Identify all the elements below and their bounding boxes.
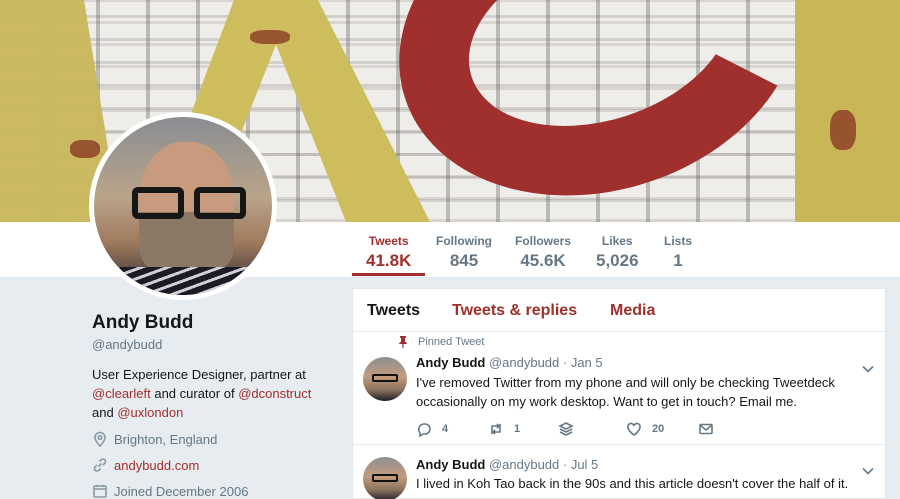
heart-icon	[627, 422, 641, 436]
reply-count: 4	[442, 423, 449, 435]
link-icon	[93, 458, 107, 472]
joined-text: Joined December 2006	[114, 483, 249, 499]
tweet-avatar[interactable]	[363, 457, 407, 499]
tab-tweets-replies[interactable]: Tweets & replies	[452, 302, 577, 320]
stat-value: 5,026	[596, 251, 639, 270]
stat-value: 1	[673, 251, 683, 270]
stat-label: Tweets	[368, 234, 409, 248]
profile-bio: User Experience Designer, partner at @cl…	[92, 365, 332, 422]
profile-handle: @andybudd	[92, 337, 163, 352]
profile-website: andybudd.com	[92, 457, 199, 473]
tweet-actions: 4 1 20	[416, 421, 776, 437]
tweet-avatar[interactable]	[363, 357, 407, 401]
tweet-header: Andy Budd @andybudd · Jan 5	[416, 355, 603, 370]
avatar-shirt	[94, 267, 272, 295]
envelope-icon	[699, 423, 713, 435]
pin-icon	[399, 336, 407, 348]
tab-media[interactable]: Media	[610, 302, 655, 320]
stat-tweets[interactable]: Tweets 41.8K	[351, 234, 426, 276]
profile-joined: Joined December 2006	[92, 483, 248, 499]
retweet-icon	[491, 423, 501, 435]
message-action[interactable]	[698, 421, 724, 437]
layers-icon	[558, 422, 574, 436]
banner-rust-spot	[830, 110, 856, 150]
tweet-text: I lived in Koh Tao back in the 90s and t…	[416, 476, 849, 491]
tweet-author-name[interactable]: Andy Budd	[416, 355, 485, 370]
pinned-text: Pinned Tweet	[418, 336, 485, 348]
like-count: 20	[652, 423, 665, 435]
tab-tweets[interactable]: Tweets	[367, 302, 420, 320]
tweet-author-handle: @andybudd	[488, 355, 560, 370]
stat-label: Likes	[601, 234, 633, 248]
banner-rust-spot	[70, 140, 100, 158]
bio-link-clearleft[interactable]: @clearleft	[92, 386, 151, 401]
timeline-tabs: Tweets Tweets & replies Media	[353, 289, 885, 332]
reply-icon	[417, 423, 431, 437]
avatar-glasses	[132, 187, 250, 221]
profile-location: Brighton, England	[92, 431, 217, 447]
tweet-date[interactable]: · Jul 5	[563, 457, 598, 472]
retweet-action[interactable]: 1	[488, 421, 520, 437]
chevron-down-icon[interactable]	[862, 360, 874, 373]
pinned-label: Pinned Tweet	[398, 336, 484, 348]
tweet-author-name[interactable]: Andy Budd	[416, 457, 485, 472]
reply-action[interactable]: 4	[416, 421, 448, 437]
stack-action[interactable]	[558, 421, 584, 437]
chevron-down-icon[interactable]	[862, 462, 874, 475]
stat-label: Lists	[664, 234, 693, 248]
like-action[interactable]: 20	[626, 421, 664, 437]
tweet-text: I've removed Twitter from my phone and w…	[416, 375, 835, 409]
stat-likes[interactable]: Likes 5,026	[596, 234, 639, 271]
tweet-date[interactable]: · Jan 5	[563, 355, 603, 370]
stat-label: Following	[436, 234, 492, 248]
tweet-header: Andy Budd @andybudd · Jul 5	[416, 457, 598, 472]
stat-lists[interactable]: Lists 1	[664, 234, 692, 271]
profile-avatar[interactable]	[89, 112, 277, 300]
stat-label: Followers	[515, 234, 572, 248]
tweet-author-handle: @andybudd	[488, 457, 560, 472]
location-text: Brighton, England	[114, 431, 218, 447]
bio-text: and	[92, 405, 114, 420]
location-pin-icon	[94, 431, 106, 447]
calendar-icon	[93, 485, 107, 498]
stat-followers[interactable]: Followers 45.6K	[515, 234, 571, 271]
timeline: Tweets Tweets & replies Media Pinned Twe…	[352, 288, 886, 499]
bio-text: and curator of	[154, 386, 235, 401]
website-link[interactable]: andybudd.com	[114, 458, 199, 473]
profile-name[interactable]: Andy Budd	[92, 312, 193, 334]
bio-link-dconstruct[interactable]: @dconstruct	[238, 386, 311, 401]
retweet-count: 1	[514, 423, 521, 435]
banner-rust-spot	[250, 30, 290, 44]
stat-value: 45.6K	[520, 251, 566, 270]
stat-value: 845	[449, 251, 479, 270]
stat-following[interactable]: Following 845	[436, 234, 492, 271]
tweet-divider	[353, 444, 885, 445]
bio-link-uxlondon[interactable]: @uxlondon	[117, 405, 183, 420]
bio-text: User Experience Designer, partner at	[92, 367, 306, 382]
stat-value: 41.8K	[366, 251, 412, 270]
